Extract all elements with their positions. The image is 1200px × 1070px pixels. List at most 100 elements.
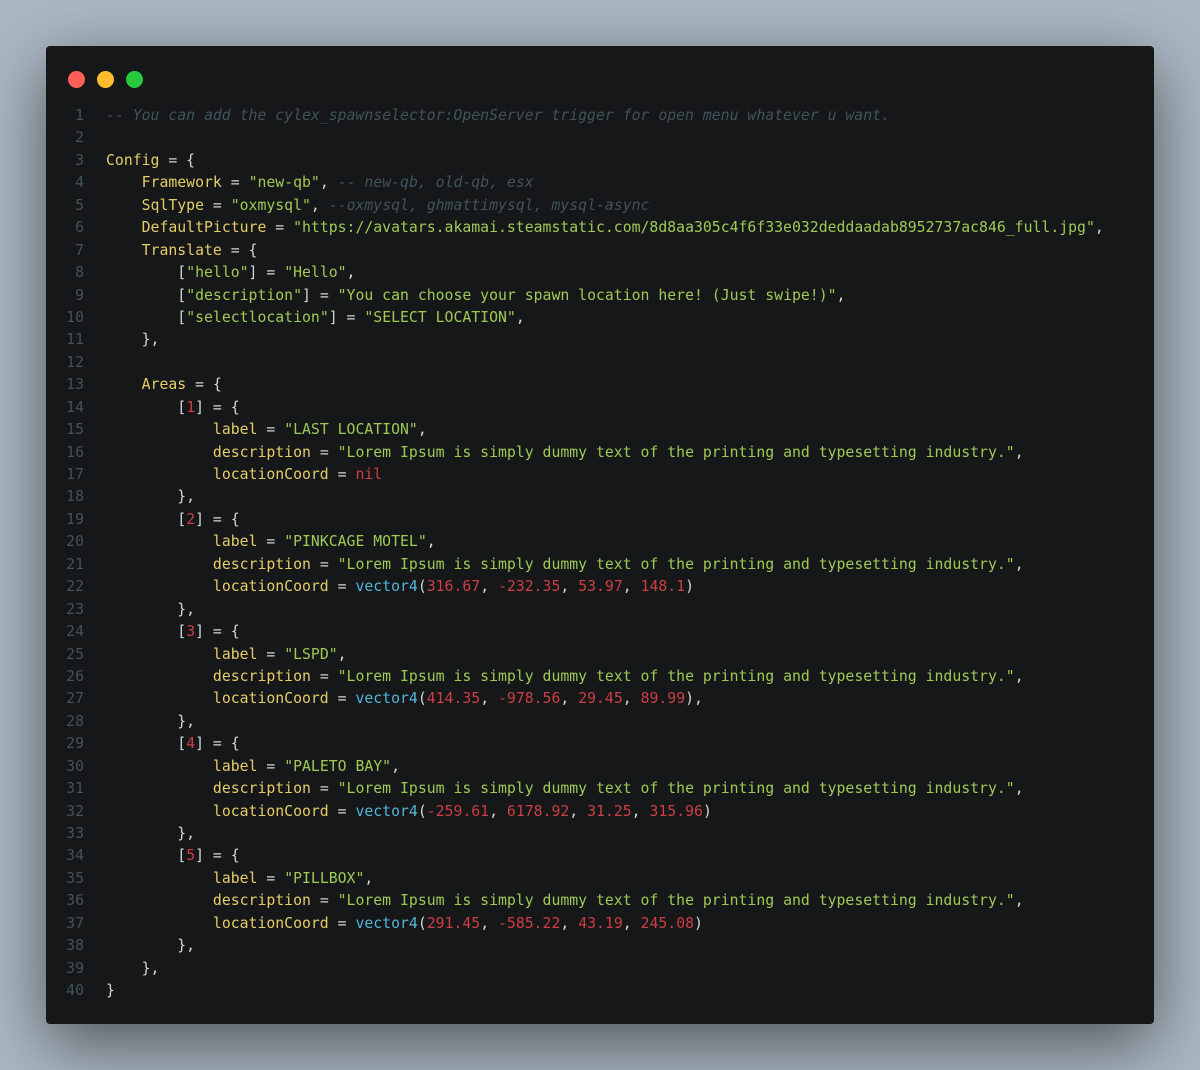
code-punct: }, — [106, 825, 196, 842]
minimize-icon[interactable] — [97, 71, 114, 88]
code-punct: , — [417, 421, 427, 439]
line-content: }, — [106, 823, 1154, 845]
line-number: 8 — [75, 264, 84, 282]
code-number: 3 — [186, 623, 196, 641]
code-line: 4 Framework = "new-qb", -- new-qb, old-q… — [46, 172, 1154, 194]
code-number: 6178.92 — [506, 802, 570, 820]
code-punct: ] = { — [195, 623, 240, 641]
code-number: 1 — [186, 398, 196, 416]
code-comment: -- You can add the cylex_spawnselector:O… — [106, 107, 890, 124]
code-punct: , — [515, 308, 525, 326]
line-number: 22 — [66, 578, 84, 596]
line-content: label = "PILLBOX", — [106, 868, 1154, 890]
line-content: [1] = { — [106, 397, 1154, 419]
window-controls — [68, 71, 143, 88]
code-punct: , — [480, 578, 499, 596]
code-punct: = { — [159, 151, 196, 169]
line-number: 24 — [66, 623, 84, 641]
code-key: description — [212, 667, 311, 685]
code-punct: , — [337, 645, 347, 663]
line-number: 18 — [66, 488, 84, 506]
code-function: vector4 — [355, 578, 418, 596]
line-content: description = "Lorem Ipsum is simply dum… — [106, 666, 1154, 688]
line-number: 31 — [66, 780, 84, 798]
line-content: }, — [106, 329, 1154, 351]
line-content: ["selectlocation"] = "SELECT LOCATION", — [106, 307, 1154, 329]
code-key: SqlType — [141, 196, 204, 214]
code-punct: , — [836, 286, 846, 304]
code-punct: , — [1094, 219, 1104, 237]
maximize-icon[interactable] — [126, 71, 143, 88]
code-comment: -- new-qb, old-qb, esx — [337, 174, 534, 192]
code-string: "selectlocation" — [186, 308, 329, 326]
line-content — [106, 352, 1154, 374]
code-punct: [ — [106, 398, 187, 416]
code-punct: = — [310, 555, 338, 573]
code-function: vector4 — [355, 690, 418, 708]
code-editor[interactable]: 1 -- You can add the cylex_spawnselector:… — [46, 105, 1154, 1003]
code-line: 13 Areas = { — [46, 374, 1154, 396]
code-punct: , — [569, 802, 588, 820]
line-content: label = "LSPD", — [106, 644, 1154, 666]
code-punct: , — [1014, 667, 1024, 685]
code-key: description — [212, 443, 311, 461]
code-comment: --oxmysql, ghmattimysql, mysql-async — [328, 196, 650, 214]
line-content: [4] = { — [106, 733, 1154, 755]
code-line: 32 locationCoord = vector4(-259.61, 6178… — [46, 801, 1154, 823]
code-number: 291.45 — [426, 914, 481, 932]
code-line: 15 label = "LAST LOCATION", — [46, 419, 1154, 441]
code-line: 22 locationCoord = vector4(316.67, -232.… — [46, 576, 1154, 598]
code-number: 316.67 — [426, 578, 481, 596]
code-string: "PILLBOX" — [284, 869, 365, 887]
code-string: "Hello" — [284, 264, 347, 282]
code-line: 8 ["hello"] = "Hello", — [46, 262, 1154, 284]
code-line: 18 }, — [46, 486, 1154, 508]
code-punct: , — [622, 690, 641, 708]
code-punct — [106, 242, 142, 259]
code-punct — [106, 646, 213, 663]
line-number: 30 — [66, 757, 84, 775]
code-punct: = — [310, 892, 338, 910]
code-punct — [106, 892, 213, 909]
code-punct: = — [310, 443, 338, 461]
code-punct: [ — [106, 847, 187, 865]
code-punct: }, — [106, 331, 160, 349]
line-number: 6 — [75, 219, 84, 237]
code-key: Config — [106, 151, 160, 169]
code-punct: [ — [106, 623, 187, 641]
code-punct: = — [204, 196, 231, 214]
line-number: 5 — [75, 196, 84, 214]
code-string: "You can choose your spawn location here… — [337, 286, 837, 304]
code-line: 14 [1] = { — [46, 397, 1154, 419]
close-icon[interactable] — [68, 71, 85, 88]
code-line: 30 label = "PALETO BAY", — [46, 756, 1154, 778]
code-string: "Lorem Ipsum is simply dummy text of the… — [337, 443, 1015, 461]
code-punct: , — [560, 578, 579, 596]
code-line: 6 DefaultPicture = "https://avatars.akam… — [46, 217, 1154, 239]
code-punct — [106, 466, 213, 483]
line-content: label = "PALETO BAY", — [106, 756, 1154, 778]
code-line: 2 — [46, 127, 1154, 149]
code-line: 25 label = "LSPD", — [46, 644, 1154, 666]
code-line: 35 label = "PILLBOX", — [46, 868, 1154, 890]
code-line: 5 SqlType = "oxmysql", --oxmysql, ghmatt… — [46, 195, 1154, 217]
code-line: 33 }, — [46, 823, 1154, 845]
code-punct: }, — [106, 937, 196, 955]
line-content: description = "Lorem Ipsum is simply dum… — [106, 442, 1154, 464]
line-number: 25 — [66, 645, 84, 663]
code-punct: = — [328, 578, 356, 596]
code-punct — [106, 174, 142, 191]
code-punct: = — [266, 219, 294, 237]
code-line: 29 [4] = { — [46, 733, 1154, 755]
code-punct: , — [560, 914, 579, 932]
code-line: 37 locationCoord = vector4(291.45, -585.… — [46, 913, 1154, 935]
code-key: label — [212, 533, 258, 551]
code-line: 28 }, — [46, 711, 1154, 733]
code-number: -232.35 — [498, 578, 561, 596]
line-number: 40 — [66, 982, 84, 1000]
code-function: vector4 — [355, 802, 418, 820]
line-number: 36 — [66, 892, 84, 910]
line-content: locationCoord = vector4(414.35, -978.56,… — [106, 688, 1154, 710]
code-line: 9 ["description"] = "You can choose your… — [46, 285, 1154, 307]
code-punct: , — [489, 802, 507, 820]
